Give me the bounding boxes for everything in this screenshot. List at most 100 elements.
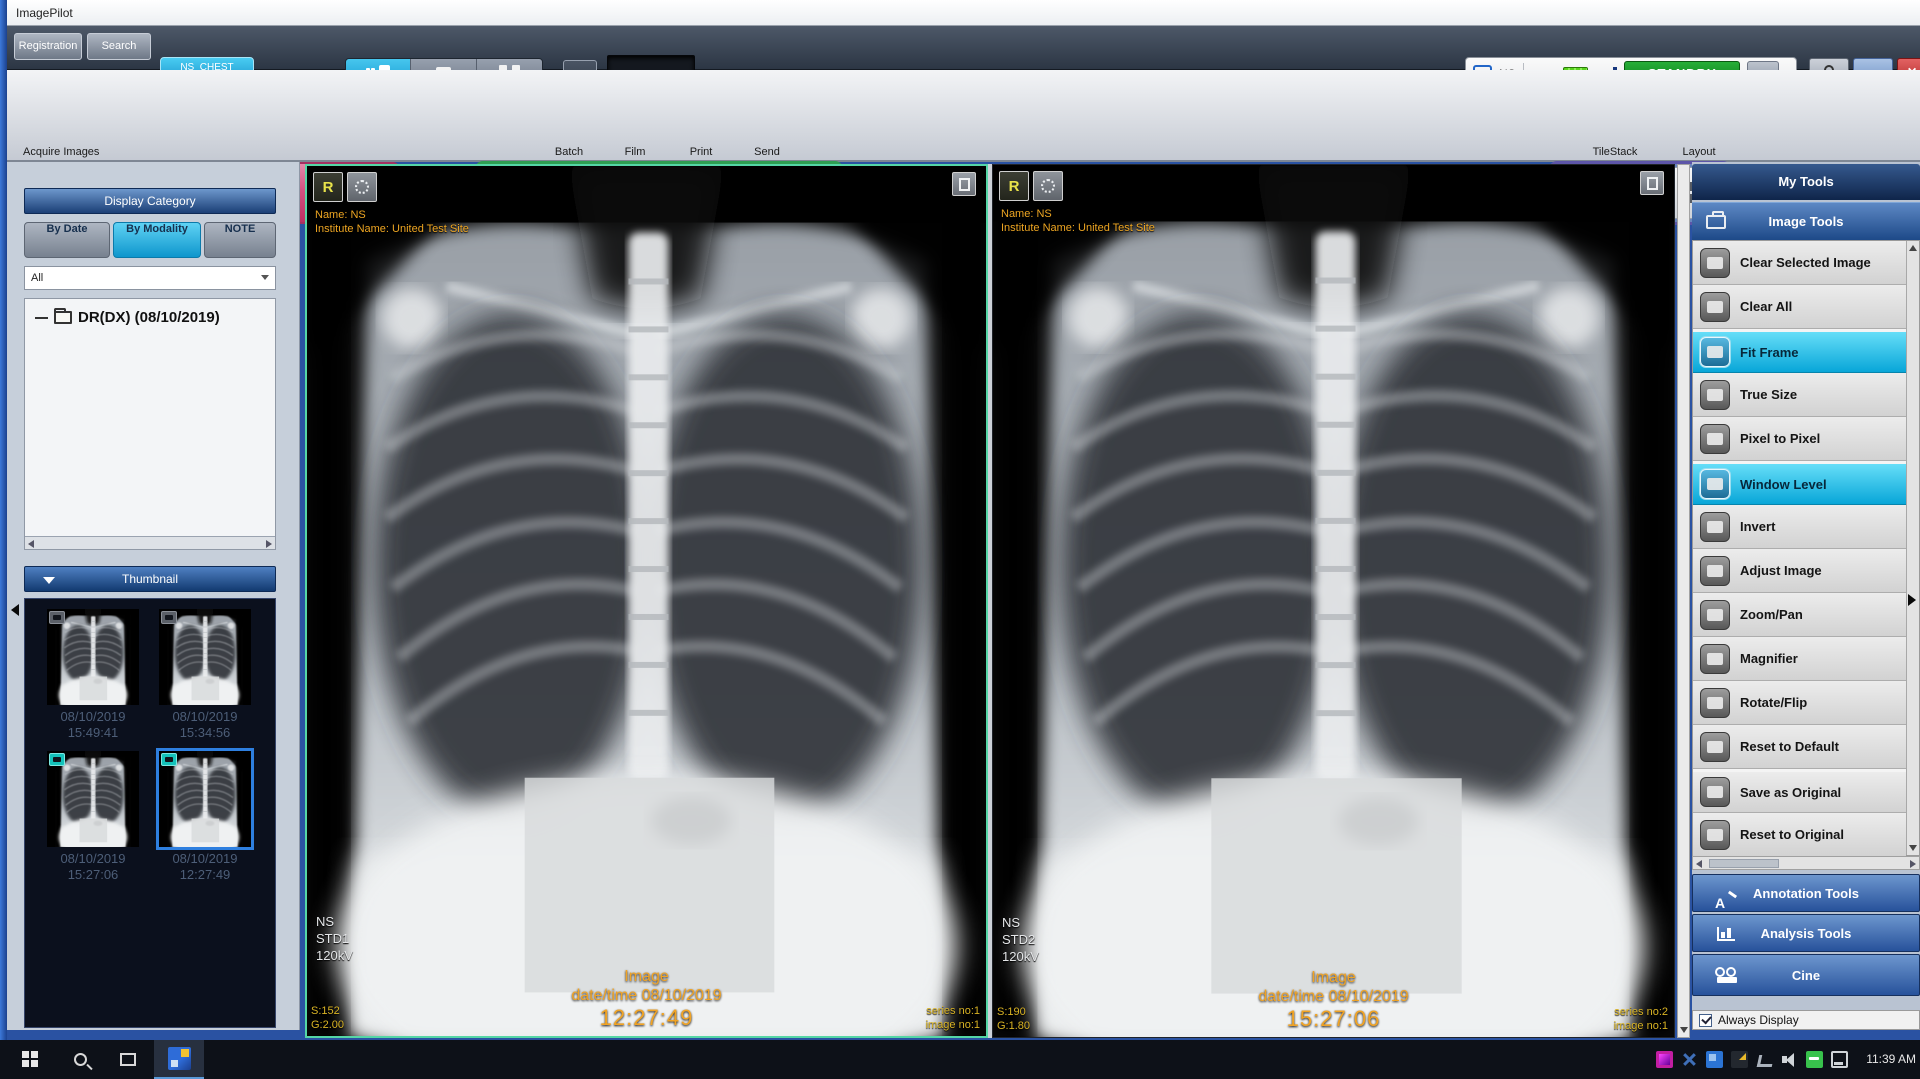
- patient-id-overlay: NS: [316, 913, 353, 930]
- scroll-up-icon[interactable]: [1909, 245, 1917, 251]
- display-category-button[interactable]: Display Category: [24, 188, 276, 214]
- tool-reset-to-original[interactable]: Reset to Original: [1693, 813, 1906, 857]
- toolbox-icon: [1706, 215, 1726, 229]
- orientation-icon[interactable]: [347, 172, 377, 202]
- network-icon[interactable]: [1756, 1051, 1773, 1068]
- tool-reset-to-default[interactable]: Reset to Default: [1693, 725, 1906, 769]
- thumbnail-badge: [161, 611, 177, 624]
- by-modality-button[interactable]: By Modality: [113, 222, 201, 258]
- tray-x-icon[interactable]: [1681, 1051, 1698, 1068]
- r-marker-icon[interactable]: R: [313, 172, 343, 202]
- my-tools-header[interactable]: My Tools: [1692, 164, 1920, 200]
- r-marker-icon[interactable]: R: [999, 171, 1029, 201]
- tool-adjust-image[interactable]: Adjust Image: [1693, 549, 1906, 593]
- series-no-overlay: series no:2: [1614, 1005, 1668, 1019]
- patient-name-overlay: Name: NS: [1001, 207, 1155, 221]
- viewer-scrollbar[interactable]: [1677, 164, 1690, 1038]
- tools-horizontal-scrollbar[interactable]: [1692, 856, 1920, 870]
- frame-copy-icon[interactable]: [1640, 171, 1664, 195]
- search-icon: [74, 1053, 87, 1066]
- volume-icon[interactable]: [1781, 1051, 1798, 1068]
- imagepilot-window: ImagePilot Registration Search NS_CHEST …: [0, 0, 1920, 1079]
- window-frame-edge: [0, 0, 7, 1040]
- clear-all-icon: [1700, 292, 1730, 322]
- image-tools-header[interactable]: Image Tools: [1692, 202, 1920, 240]
- tray-warning-icon[interactable]: [1731, 1051, 1748, 1068]
- tool-clear-all[interactable]: Clear All: [1693, 285, 1906, 329]
- tools-vertical-scrollbar[interactable]: [1906, 241, 1919, 855]
- main-toolbar: Registration Search NS_CHEST NS NS 100%: [7, 26, 1920, 70]
- scroll-down-icon[interactable]: [1680, 1027, 1688, 1033]
- task-view-icon: [120, 1053, 136, 1066]
- thumbnail-item[interactable]: 08/10/201915:27:06: [47, 751, 139, 883]
- viewer-divider: [988, 164, 992, 1038]
- taskbar-clock[interactable]: 11:39 AM: [1856, 1040, 1916, 1079]
- time-caption: 15:27:06: [993, 1006, 1674, 1032]
- orientation-icon[interactable]: [1033, 171, 1063, 201]
- tree-item-drdx[interactable]: DR(DX) (08/10/2019): [35, 309, 220, 326]
- true-size-icon: [1700, 380, 1730, 410]
- windows-taskbar: 11:39 AM: [0, 1040, 1920, 1079]
- tray-message-icon[interactable]: [1806, 1051, 1823, 1068]
- frame-copy-icon[interactable]: [952, 172, 976, 196]
- search-button[interactable]: Search: [87, 33, 151, 60]
- note-button[interactable]: NOTE: [204, 222, 276, 258]
- print-label: Print: [690, 146, 713, 158]
- imagepilot-taskbar-button[interactable]: [154, 1040, 204, 1079]
- start-button[interactable]: [6, 1040, 54, 1079]
- scroll-left-icon[interactable]: [1696, 860, 1702, 868]
- tool-rotate-flip[interactable]: Rotate/Flip: [1693, 681, 1906, 725]
- by-date-button[interactable]: By Date: [24, 222, 110, 258]
- thumbnail-header[interactable]: Thumbnail: [24, 566, 276, 592]
- tool-true-size[interactable]: True Size: [1693, 373, 1906, 417]
- scroll-right-icon[interactable]: [266, 540, 272, 548]
- panel-expand-arrow[interactable]: [1908, 594, 1916, 606]
- thumbnail-item[interactable]: 08/10/201915:34:56: [159, 609, 251, 741]
- analysis-tools-button[interactable]: Analysis Tools: [1692, 914, 1920, 952]
- tree-horizontal-scrollbar[interactable]: [25, 536, 275, 549]
- always-display-checkbox[interactable]: [1699, 1014, 1712, 1027]
- image-viewport-left[interactable]: R Name: NS Institute Name: United Test S…: [305, 164, 988, 1038]
- institute-overlay: Institute Name: United Test Site: [315, 222, 469, 236]
- invert-icon: [1700, 512, 1730, 542]
- tool-clear-selected-image[interactable]: Clear Selected Image: [1693, 241, 1906, 285]
- category-dropdown[interactable]: All: [24, 266, 276, 290]
- tray-display-icon[interactable]: [1706, 1051, 1723, 1068]
- tool-zoom-pan[interactable]: Zoom/Pan: [1693, 593, 1906, 637]
- xray-image: [993, 165, 1674, 1037]
- tray-app-icon[interactable]: [1656, 1051, 1673, 1068]
- tool-window-level[interactable]: Window Level: [1693, 461, 1906, 505]
- thumbnail-badge: [161, 753, 177, 766]
- scroll-left-icon[interactable]: [28, 540, 34, 548]
- pixel-to-pixel-icon: [1700, 424, 1730, 454]
- system-tray: [1656, 1040, 1848, 1079]
- scroll-right-icon[interactable]: [1910, 860, 1916, 868]
- time-caption: 12:27:49: [307, 1005, 986, 1031]
- imagepilot-app-icon: [168, 1047, 191, 1070]
- registration-button[interactable]: Registration: [14, 33, 82, 60]
- task-view-button[interactable]: [106, 1040, 150, 1079]
- tool-fit-frame[interactable]: Fit Frame: [1693, 329, 1906, 373]
- thumbnail-item[interactable]: 08/10/201915:49:41: [47, 609, 139, 741]
- adjust-image-icon: [1700, 556, 1730, 586]
- tool-save-as-original[interactable]: Save as Original: [1693, 769, 1906, 813]
- tool-invert[interactable]: Invert: [1693, 505, 1906, 549]
- study-tree: DR(DX) (08/10/2019): [24, 298, 276, 550]
- thumbnail-item-selected[interactable]: 08/10/201912:27:49: [159, 751, 251, 883]
- thumbnail-badge: [49, 753, 65, 766]
- chevron-down-icon: [261, 275, 269, 280]
- windows-logo-icon: [22, 1051, 39, 1068]
- scroll-down-icon[interactable]: [1909, 845, 1917, 851]
- batch-label: Batch: [555, 146, 583, 158]
- tool-magnifier[interactable]: Magnifier: [1693, 637, 1906, 681]
- taskbar-search-button[interactable]: [58, 1040, 102, 1079]
- tool-pixel-to-pixel[interactable]: Pixel to Pixel: [1693, 417, 1906, 461]
- thumbnail-badge: [49, 611, 65, 624]
- acquire-toolbar: Acquire Images NS Batch Film Print Send …: [7, 70, 1920, 162]
- annotation-tools-button[interactable]: A Annotation Tools: [1692, 874, 1920, 912]
- thumbnail-collapse-arrow[interactable]: [11, 604, 19, 616]
- always-display-row: Always Display: [1692, 1010, 1920, 1030]
- notification-icon[interactable]: [1831, 1051, 1848, 1068]
- cine-button[interactable]: Cine: [1692, 954, 1920, 996]
- image-viewport-right[interactable]: R Name: NS Institute Name: United Test S…: [992, 164, 1675, 1038]
